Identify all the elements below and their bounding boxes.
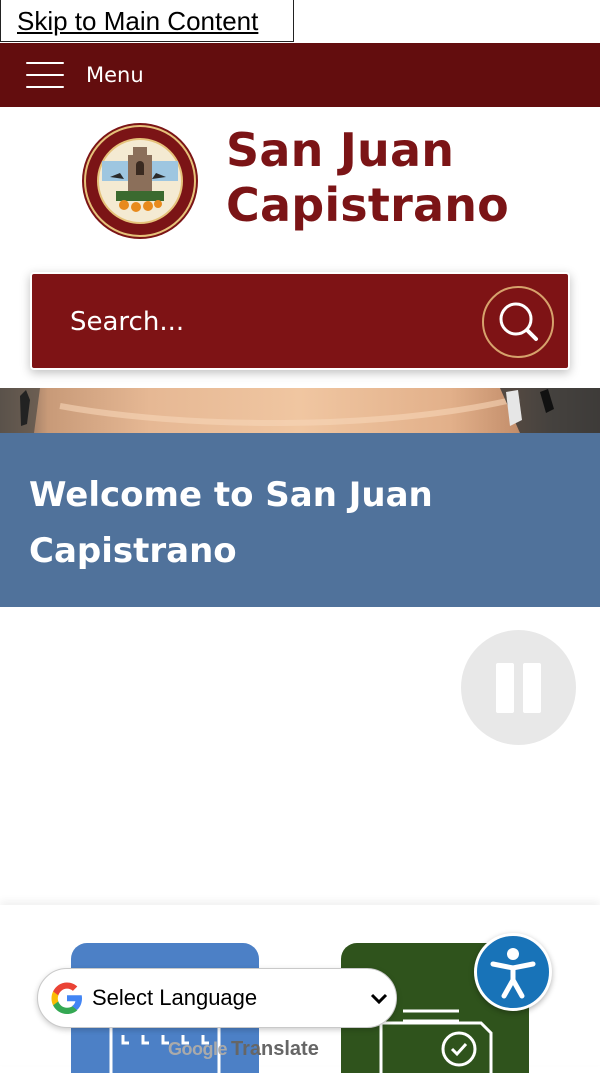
accessibility-icon bbox=[490, 948, 536, 999]
menu-label: Menu bbox=[86, 63, 144, 87]
google-wordmark: Google bbox=[168, 1038, 228, 1059]
site-header: San Juan Capistrano bbox=[0, 107, 600, 387]
city-seal-icon[interactable] bbox=[80, 121, 200, 241]
pause-icon bbox=[496, 663, 514, 713]
slideshow-pause-button[interactable] bbox=[461, 630, 576, 745]
accessibility-button[interactable] bbox=[474, 933, 552, 1011]
menu-button[interactable]: Menu bbox=[26, 57, 144, 93]
hamburger-icon bbox=[26, 62, 64, 88]
search-button[interactable] bbox=[482, 286, 554, 358]
welcome-banner: Welcome to San Juan Capistrano bbox=[0, 433, 600, 607]
hero-image bbox=[0, 388, 600, 433]
search-icon bbox=[499, 302, 538, 341]
chevron-down-icon bbox=[370, 993, 388, 1005]
brand-line-1: San Juan bbox=[226, 123, 455, 177]
skip-link-box: Skip to Main Content bbox=[0, 0, 294, 42]
brand-title[interactable]: San Juan Capistrano bbox=[226, 123, 509, 233]
powered-by-google-translate[interactable]: Google Translate bbox=[168, 1036, 319, 1062]
top-bar: Menu bbox=[0, 43, 600, 107]
google-g-icon bbox=[51, 982, 82, 1014]
pause-icon-bar bbox=[523, 663, 541, 713]
search-bar bbox=[30, 272, 570, 370]
welcome-heading: Welcome to San Juan Capistrano bbox=[29, 475, 433, 571]
language-select-label: Select Language bbox=[92, 985, 258, 1010]
language-select[interactable]: Select Language bbox=[37, 968, 397, 1028]
translate-label: Translate bbox=[231, 1037, 319, 1060]
search-input[interactable] bbox=[68, 298, 452, 346]
skip-to-main-link[interactable]: Skip to Main Content bbox=[17, 6, 258, 37]
brand-line-2: Capistrano bbox=[226, 178, 509, 232]
